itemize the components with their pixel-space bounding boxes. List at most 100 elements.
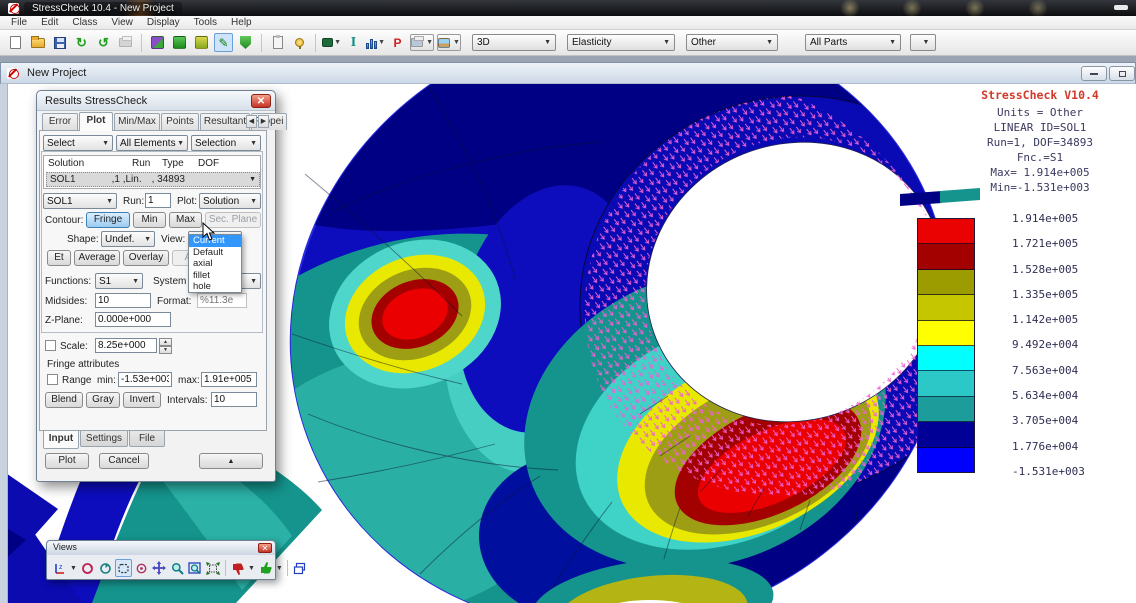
notes-button[interactable] (268, 33, 287, 52)
display-style-button[interactable]: ▼ (322, 33, 341, 52)
solution-combo[interactable]: SOL1▼ (43, 193, 117, 209)
bottom-tab-input[interactable]: Input (43, 431, 79, 449)
bottom-tab-settings[interactable]: Settings (80, 431, 128, 447)
scale-checkbox[interactable] (45, 340, 56, 351)
panel-expand-button[interactable]: ▲ (199, 453, 263, 469)
spin-view-button[interactable] (97, 559, 114, 577)
menu-edit[interactable]: Edit (34, 17, 65, 28)
media-button[interactable] (148, 33, 167, 52)
invert-button[interactable]: Invert (123, 392, 161, 408)
discipline-combo[interactable]: Elasticity▼ (567, 34, 675, 51)
range-checkbox[interactable] (47, 374, 58, 385)
shape-combo[interactable]: Undef.▼ (101, 231, 155, 247)
view-option-axial[interactable]: axial (189, 258, 241, 270)
spinner-up-icon[interactable]: ▲ (159, 338, 172, 346)
rotate-view-button[interactable] (79, 559, 96, 577)
tab-points[interactable]: Points (161, 113, 199, 130)
dynamic-rotate-button[interactable] (133, 559, 150, 577)
select-combo[interactable]: Select▼ (43, 135, 113, 151)
intervals-input[interactable] (211, 392, 257, 407)
tab-scroll-left[interactable]: ◀ (246, 115, 257, 128)
dimension-combo[interactable]: 3D▼ (472, 34, 556, 51)
solution-selected-row[interactable]: SOL1 ,1 ,Lin. , 34893 ▼ (46, 172, 260, 187)
tab-error[interactable]: Error (42, 113, 78, 130)
gray-button[interactable]: Gray (86, 392, 120, 408)
select-box-button[interactable] (115, 559, 132, 577)
spinner-down-icon[interactable]: ▼ (159, 346, 172, 354)
blend-button[interactable]: Blend (45, 392, 83, 408)
midsides-input[interactable] (95, 293, 151, 308)
menu-class[interactable]: Class (65, 17, 104, 28)
new-file-button[interactable] (6, 33, 25, 52)
minimize-icon[interactable] (1114, 5, 1128, 10)
tab-resultant[interactable]: Resultant (200, 113, 250, 130)
child-window-titlebar[interactable]: New Project (0, 62, 1136, 84)
child-maximize-button[interactable] (1109, 66, 1135, 81)
cancel-button[interactable]: Cancel (99, 453, 149, 469)
close-button[interactable]: ✕ (251, 94, 271, 108)
solution-list[interactable]: Solution Run Type DOF SOL1 ,1 ,Lin. , 34… (43, 155, 261, 189)
accept-view-button[interactable] (257, 559, 274, 577)
section-button[interactable]: I (344, 33, 363, 52)
plot-tool-combo-button[interactable]: ▼ (410, 34, 434, 51)
plot-button[interactable]: Plot (45, 453, 89, 469)
et-button[interactable]: Et (47, 250, 71, 266)
parts-combo[interactable]: All Parts▼ (805, 34, 901, 51)
view-option-default[interactable]: Default (189, 247, 241, 259)
child-minimize-button[interactable] (1081, 66, 1107, 81)
edit-mode-button[interactable]: ✎ (214, 33, 233, 52)
range-max-input[interactable] (201, 372, 257, 387)
min-button[interactable]: Min (133, 212, 166, 228)
view-option-hole[interactable]: hole (189, 281, 241, 293)
import-button[interactable]: ↺ (94, 33, 113, 52)
plot-type-combo[interactable]: Solution▼ (199, 193, 261, 209)
menu-tools[interactable]: Tools (187, 17, 224, 28)
views-close-button[interactable]: ✕ (258, 543, 272, 553)
elements-combo[interactable]: All Elements▼ (116, 135, 188, 151)
view-orientation-button[interactable]: z (51, 559, 68, 577)
chevron-down-icon[interactable]: ▼ (248, 565, 255, 572)
zoom-fit-button[interactable] (205, 559, 222, 577)
menu-view[interactable]: View (104, 17, 140, 28)
pan-button[interactable] (151, 559, 168, 577)
range-min-input[interactable] (118, 372, 172, 387)
scale-input[interactable] (95, 338, 157, 353)
check-button[interactable] (236, 33, 255, 52)
export-button[interactable]: ↻ (72, 33, 91, 52)
model-cube-button[interactable] (170, 33, 189, 52)
tips-button[interactable] (290, 33, 309, 52)
run-input[interactable] (145, 193, 171, 208)
overlay-button[interactable]: Overlay (123, 250, 169, 266)
menu-file[interactable]: File (4, 17, 34, 28)
fringe-button[interactable]: Fringe (86, 212, 130, 228)
format-input[interactable] (197, 293, 247, 308)
views-toolbar-titlebar[interactable]: Views (47, 541, 275, 555)
max-button[interactable]: Max (169, 212, 202, 228)
functions-combo[interactable]: S1▼ (95, 273, 143, 289)
zplane-input[interactable] (95, 312, 171, 327)
image-tool-combo-button[interactable]: ▼ (437, 34, 461, 51)
app-titlebar[interactable]: StressCheck 10.4 - New Project (0, 0, 1136, 16)
bottom-tab-file[interactable]: File (129, 431, 165, 447)
view-option-fillet[interactable]: fillet (189, 270, 241, 282)
parts-cube-button[interactable] (192, 33, 211, 52)
selection-combo[interactable]: Selection▼ (191, 135, 261, 151)
zoom-window-button[interactable] (187, 559, 204, 577)
tab-plot[interactable]: Plot (79, 112, 113, 131)
overflow-combo[interactable]: ▼ (910, 34, 936, 51)
average-button[interactable]: Average (74, 250, 120, 266)
points-button[interactable]: P (388, 33, 407, 52)
windows-button[interactable] (291, 559, 308, 577)
chevron-down-icon[interactable]: ▼ (276, 565, 283, 572)
tab-minmax[interactable]: Min/Max (114, 113, 160, 130)
print-button[interactable] (116, 33, 135, 52)
scale-spinner[interactable]: ▲▼ (159, 338, 172, 354)
menu-display[interactable]: Display (140, 17, 187, 28)
save-button[interactable] (50, 33, 69, 52)
chevron-down-icon[interactable]: ▼ (70, 565, 77, 572)
open-button[interactable] (28, 33, 47, 52)
units-combo[interactable]: Other▼ (686, 34, 778, 51)
results-dialog-titlebar[interactable]: Results StressCheck (37, 91, 275, 111)
reject-view-button[interactable] (229, 559, 246, 577)
zoom-button[interactable] (169, 559, 186, 577)
